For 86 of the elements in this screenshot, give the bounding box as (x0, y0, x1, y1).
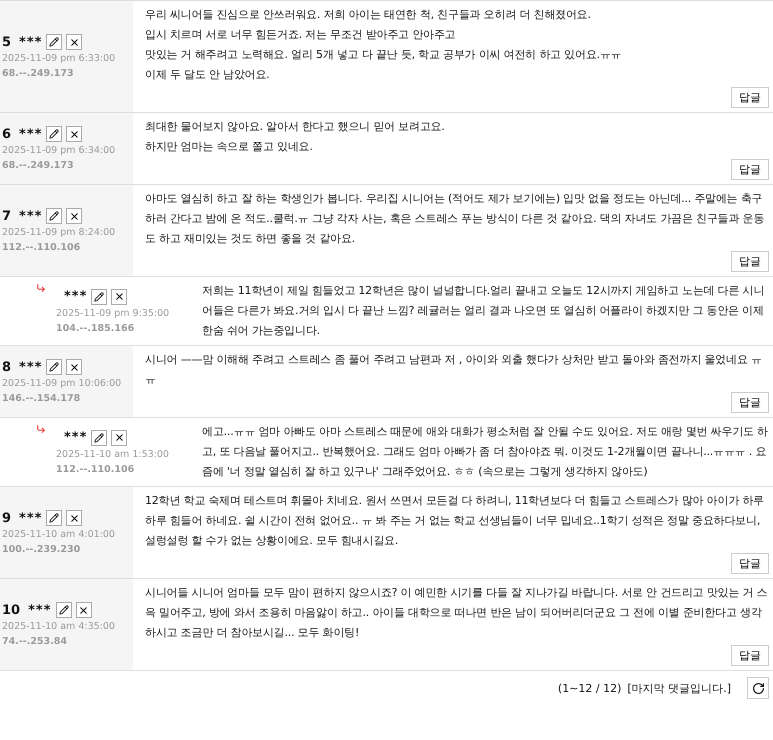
edit-button[interactable] (91, 430, 108, 446)
comment-text: 아마도 열심히 하고 잘 하는 학생인가 봅니다. 우리집 시니어는 (적어도 제가 보기에는) 입맛 없을 정도는 아닌데... 주말에는 축구하러 간다고 밤에 온 적도..쿨럭.ㅠ 그냥 각자 사는, 혹은 스트레스 푸는 방식이 다른 것 같아요. 댁의 자녀도 가끔은 친구들과 운동도 하고 재미있는 것도 하면 좋을 것 같아요. (145, 191, 766, 247)
ip-address: 68.--.249.173 (2, 160, 75, 171)
reply-button[interactable]: 답글 (731, 645, 769, 666)
comment-number: 8 (2, 360, 12, 374)
pencil-icon (94, 292, 104, 302)
comment-text: 이제 두 달도 안 남았어요. (145, 67, 270, 83)
close-icon (68, 362, 80, 372)
comment-date: 2025-11-10 am 4:35:00 (2, 621, 116, 632)
reply-button[interactable]: 답글 (731, 159, 769, 180)
delete-button[interactable] (66, 208, 82, 224)
comment-date: 2025-11-10 am 4:01:00 (2, 529, 116, 540)
edit-button[interactable] (46, 359, 62, 375)
refresh-icon (752, 682, 764, 694)
close-icon (68, 128, 80, 140)
comment-text: 입시 치르며 서로 너무 힘든거죠. 저는 무조건 받아주고 안아주고 (145, 27, 456, 43)
reply-arrow-icon (36, 283, 46, 293)
delete-button[interactable] (66, 359, 82, 375)
close-icon (114, 291, 125, 302)
comment-date: 2025-11-09 pm 10:06:00 (2, 378, 122, 389)
reply-button[interactable]: 답글 (731, 553, 769, 574)
reply-arrow-icon (36, 424, 46, 434)
close-icon (68, 512, 80, 524)
pencil-icon (49, 37, 60, 47)
author-name: *** (64, 289, 88, 304)
edit-button[interactable] (46, 126, 62, 142)
ip-address: 112.--.110.106 (2, 242, 82, 253)
edit-button[interactable] (46, 34, 62, 50)
delete-button[interactable] (111, 288, 128, 304)
reply-button[interactable]: 답글 (731, 251, 769, 272)
comment-text: 최대한 물어보지 않아요. 알아서 한다고 했으니 믿어 보려고요. (145, 119, 446, 135)
comment-date: 2025-11-09 pm 6:34:00 (2, 145, 116, 156)
delete-button[interactable] (66, 34, 82, 50)
ip-address: 100.--.239.230 (2, 544, 82, 555)
ip-address: 104.--.185.166 (55, 322, 136, 334)
author-name: *** (28, 602, 52, 618)
comment-number: 6 (2, 126, 12, 142)
comment-date: 2025-11-10 am 1:53:00 (55, 448, 170, 460)
close-icon (78, 604, 89, 616)
comment-text: 시니어들 시니어 엄마들 모두 맘이 편하지 않으시죠? 이 예민한 시기를 다들 잘 지나가길 바랍니다. 서로 안 건드리고 맛있는 거 스윽 밀어주고, 방에 와서 조용히 마음앓이 하고.. 아이들 대학으로 떠나면 반은 남이 되어버리더군요 그 전에 이별 준비한다고 생각하시고 조금만 더 참아보시길... 모두 화이팅! (145, 585, 768, 641)
ip-address: 74.--.253.84 (2, 636, 68, 647)
ip-address: 146.--.154.178 (2, 393, 82, 404)
edit-button[interactable] (56, 602, 72, 618)
pencil-icon (49, 513, 60, 523)
comment-text: 우리 씨니어들 진심으로 안쓰러워요. 저희 아이는 태연한 척, 친구들과 오히려 더 친해졌어요. (145, 7, 592, 23)
pencil-icon (58, 605, 68, 615)
author-name: *** (19, 360, 42, 374)
edit-button[interactable] (91, 288, 108, 304)
reply-button[interactable]: 답글 (731, 87, 769, 108)
page-range: (1~12 / 12) (558, 682, 622, 694)
pencil-icon (49, 129, 60, 139)
comment-date: 2025-11-09 pm 8:24:00 (2, 227, 116, 238)
refresh-button[interactable] (747, 677, 769, 699)
delete-button[interactable] (66, 510, 82, 526)
comment-text: 12학년 학교 숙제며 테스트며 휘몰아 치네요. 원서 쓰면서 모든걸 다 하려니, 11학년보다 더 힘들고 스트레스가 많아 아이가 하루하루 힘들어 하네요. 쉴 시간이 전혀 없어요.. ㅠ 봐 주는 거 없는 학교 선생님들이 너무 밉네요..1학기 성적은 정말 중요하다보니, 설렁설렁 할 수가 없는 상황이에요. 모두 힘내시길요. (145, 493, 766, 549)
comment-text: 저희는 11학년이 제일 힘들었고 12학년은 많이 널널합니다.얼리 끝내고 오늘도 12시까지 게임하고 노는데 다른 시니어들은 다른가 봐요.거의 입시 다 끝난 느낌? 레귤러는 얼리 결과 나오면 또 열심히 어플라이 하겠지만 그 동안은 이제 한숨 쉬어 가는중입니다. (202, 283, 766, 339)
comment-text: 시니어 ——맘 이해해 주려고 스트레스 좀 풀어 주려고 남편과 저 , 아이와 외출 했다가 상처만 받고 돌아와 좀전까지 울었네요 ㅠㅠ (145, 352, 763, 388)
comment-text: 하지만 엄마는 속으로 쫄고 있네요. (145, 139, 314, 155)
close-icon (68, 36, 80, 48)
comment-date: 2025-11-09 pm 9:35:00 (55, 308, 170, 318)
comment-text: 맛있는 거 해주려고 노력해요. 얼리 5개 넣고 다 끝난 듯, 학교 공부가 이씨 여전히 하고 있어요.ㅠㅠ (145, 47, 623, 63)
reply-button[interactable]: 답글 (731, 392, 769, 413)
comment-number: 5 (2, 34, 12, 50)
comment-date: 2025-11-09 pm 6:33:00 (2, 53, 116, 64)
author-name: *** (19, 34, 42, 50)
delete-button[interactable] (111, 430, 128, 446)
ip-address: 112.--.110.106 (55, 464, 136, 474)
pencil-icon (49, 211, 60, 221)
edit-button[interactable] (46, 208, 62, 224)
comment-text: 에고...ㅠㅠ 엄마 아빠도 아마 스트레스 때문에 애와 대화가 평소처럼 잘 안될 수도 있어요. 저도 애랑 몇번 싸우기도 하고, 또 다음날 풀어지고.. 반복했어요. 그래도 엄마 아빠가 좀 더 참아야죠 뭐. 이것도 1-2개월이면 끝나니...ㅠㅠㅠ . 요즘에 '너 정말 열심히 잘 하고 있구나' 그래주었어요. ㅎㅎ (속으로는 그렇게 생각하지 않아도) (202, 424, 769, 480)
comment-number: 7 (2, 208, 12, 224)
pencil-icon (49, 362, 60, 372)
author-name: *** (64, 430, 88, 445)
delete-button[interactable] (76, 602, 92, 618)
comment-number: 9 (2, 510, 12, 526)
delete-button[interactable] (66, 126, 82, 142)
pencil-icon (94, 432, 104, 442)
edit-button[interactable] (46, 510, 62, 526)
author-name: *** (19, 510, 42, 526)
ip-address: 68.--.249.173 (2, 68, 75, 79)
author-name: *** (19, 208, 42, 224)
author-name: *** (19, 126, 42, 142)
close-icon (114, 432, 125, 443)
close-icon (68, 210, 80, 222)
last-comment-notice: [마지막 댓글입니다.] (627, 680, 731, 696)
comment-number: 10 (2, 602, 20, 618)
